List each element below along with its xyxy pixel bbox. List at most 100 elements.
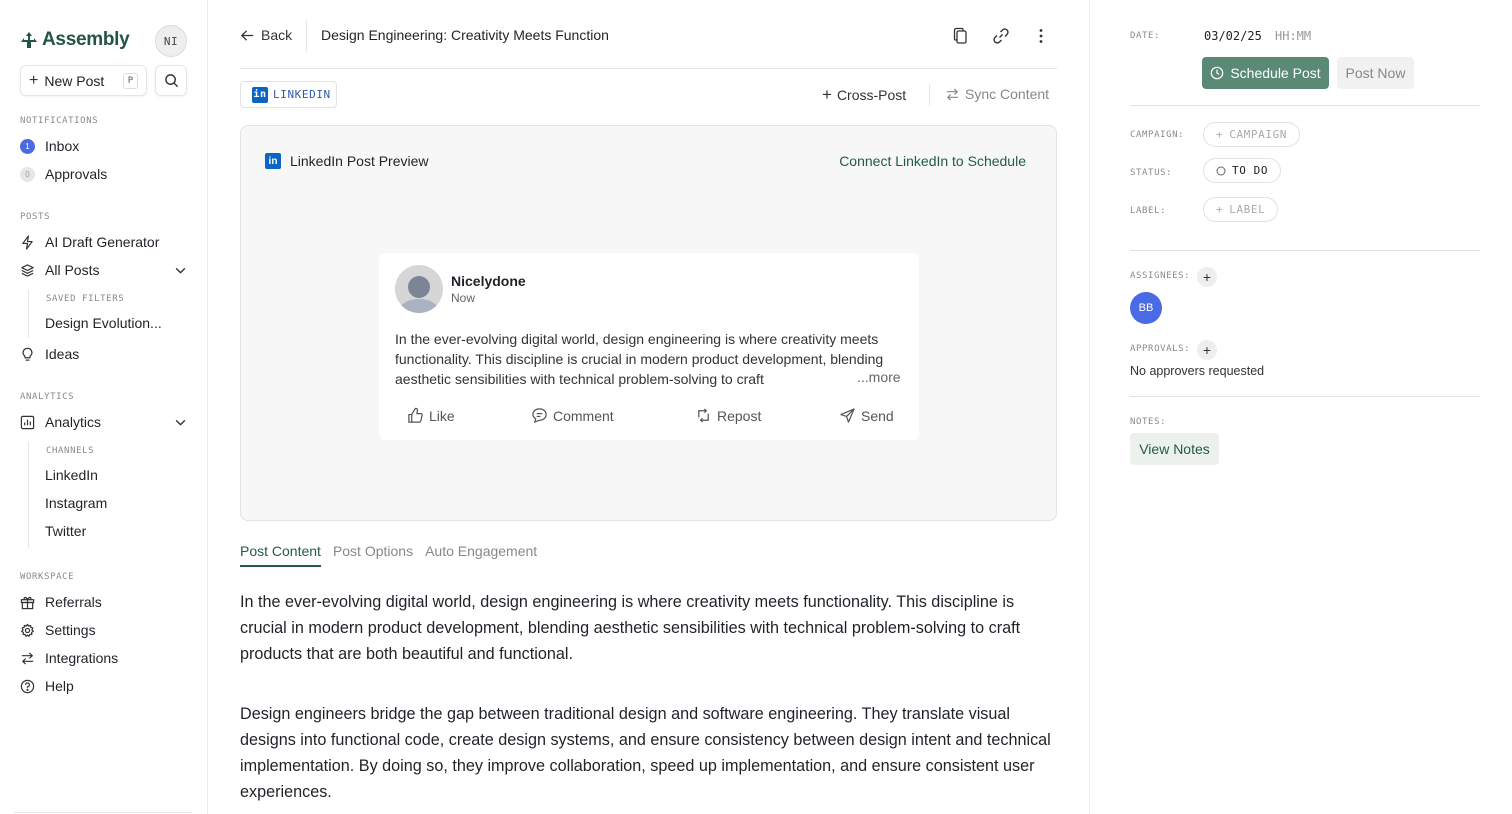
preview-heading-label: LinkedIn Post Preview: [290, 153, 429, 169]
comment-icon: [532, 408, 547, 424]
post-now-button[interactable]: Post Now: [1337, 57, 1414, 89]
person-icon: [395, 265, 443, 313]
label-value: LABEL: [1229, 203, 1266, 216]
section-label-analytics: ANALYTICS: [20, 392, 75, 402]
brand-logo[interactable]: Assembly: [20, 29, 130, 51]
lightbulb-icon: [22, 347, 33, 361]
author-name: Nicelydone: [451, 273, 526, 289]
sidebar: Assembly NI + New Post P NOTIFICATIONS 1…: [0, 0, 208, 814]
channel-item-twitter[interactable]: Twitter: [45, 523, 86, 539]
channel-chip-linkedin[interactable]: in LINKEDIN: [240, 81, 337, 108]
cross-post-button[interactable]: + Cross-Post: [822, 86, 906, 103]
add-approver-button[interactable]: +: [1197, 340, 1217, 360]
inbox-count-badge: 1: [20, 138, 35, 154]
date-input[interactable]: 03/02/25: [1204, 29, 1262, 43]
plus-icon: +: [822, 85, 832, 104]
schedule-post-button[interactable]: Schedule Post: [1202, 57, 1329, 89]
new-post-label: New Post: [44, 72, 105, 89]
send-button[interactable]: Send: [839, 407, 894, 424]
more-options-button[interactable]: [1030, 25, 1052, 47]
search-icon: [164, 74, 178, 88]
back-button[interactable]: Back: [240, 27, 292, 43]
tab-auto-engagement[interactable]: Auto Engagement: [425, 543, 537, 567]
new-post-button[interactable]: + New Post P: [20, 65, 147, 96]
gift-icon: [20, 596, 35, 609]
add-assignee-button[interactable]: +: [1197, 267, 1217, 287]
preview-heading: in LinkedIn Post Preview: [265, 153, 429, 169]
back-label: Back: [261, 27, 293, 43]
sidebar-item-label: Approvals: [45, 166, 108, 182]
arrows-exchange-icon: [21, 651, 34, 665]
linkedin-post-card: Nicelydone Now In the ever-evolving digi…: [379, 253, 919, 440]
campaign-select[interactable]: + CAMPAIGN: [1203, 122, 1301, 147]
comment-button[interactable]: Comment: [531, 407, 614, 424]
tab-post-options[interactable]: Post Options: [333, 543, 413, 567]
sync-content-button[interactable]: Sync Content: [945, 86, 1049, 102]
lightning-icon: [22, 234, 33, 250]
status-circle-icon: [1216, 166, 1226, 175]
sidebar-item-ai-draft[interactable]: AI Draft Generator: [20, 231, 159, 253]
linkedin-icon: in: [265, 153, 281, 169]
sidebar-item-all-posts[interactable]: All Posts: [20, 259, 99, 281]
divider: [1130, 250, 1480, 251]
copy-link-button[interactable]: [990, 25, 1012, 47]
cross-post-label: Cross-Post: [836, 86, 907, 103]
sidebar-item-label: Settings: [45, 622, 96, 638]
plus-icon: +: [1216, 203, 1224, 216]
help-circle-icon: [20, 679, 35, 693]
notes-label: NOTES:: [1130, 417, 1167, 427]
label-select[interactable]: + LABEL: [1203, 197, 1279, 222]
sidebar-item-label: Integrations: [45, 650, 119, 666]
divider: [929, 84, 930, 106]
chevron-down-icon[interactable]: [174, 264, 187, 277]
plus-icon: +: [1202, 269, 1212, 285]
see-more-link[interactable]: ...more: [853, 369, 901, 385]
sidebar-item-analytics[interactable]: Analytics: [20, 411, 101, 433]
sidebar-item-referrals[interactable]: Referrals: [20, 591, 102, 613]
send-label: Send: [861, 407, 894, 424]
tab-post-content[interactable]: Post Content: [240, 543, 321, 567]
user-avatar[interactable]: NI: [155, 25, 187, 57]
sidebar-item-approvals[interactable]: 0 Approvals: [20, 163, 107, 185]
post-content-paragraph[interactable]: Design engineers bridge the gap between …: [240, 701, 1057, 805]
post-time: Now: [451, 291, 476, 305]
divider: [306, 20, 307, 52]
view-notes-button[interactable]: View Notes: [1130, 433, 1219, 465]
sidebar-item-inbox[interactable]: 1 Inbox: [20, 135, 79, 157]
assignee-avatar[interactable]: BB: [1130, 292, 1162, 324]
send-icon: [840, 408, 855, 423]
divider: [14, 812, 192, 813]
repost-button[interactable]: Repost: [695, 407, 761, 424]
sidebar-item-settings[interactable]: Settings: [20, 619, 96, 641]
post-preview-panel: in LinkedIn Post Preview Connect LinkedI…: [240, 125, 1057, 521]
sidebar-item-help[interactable]: Help: [20, 675, 74, 697]
chevron-down-icon[interactable]: [174, 416, 187, 429]
sidebar-item-ideas[interactable]: Ideas: [20, 343, 79, 365]
section-label-notifications: NOTIFICATIONS: [20, 116, 99, 126]
channel-item-instagram[interactable]: Instagram: [45, 495, 107, 511]
link-icon: [993, 28, 1009, 44]
divider: [1089, 0, 1090, 814]
approvals-count-badge: 0: [20, 166, 35, 182]
channel-chip-label: LINKEDIN: [273, 88, 331, 101]
approvals-label: APPROVALS:: [1130, 344, 1191, 354]
like-button[interactable]: Like: [407, 407, 455, 424]
search-button[interactable]: [155, 65, 187, 96]
sidebar-item-label: Help: [45, 678, 74, 694]
schedule-post-label: Schedule Post: [1230, 65, 1321, 81]
label-label: LABEL:: [1130, 206, 1167, 216]
saved-filter-item[interactable]: Design Evolution...: [45, 315, 162, 331]
layers-icon: [21, 263, 34, 277]
status-select[interactable]: TO DO: [1203, 158, 1282, 183]
connect-linkedin-link[interactable]: Connect LinkedIn to Schedule: [839, 153, 1026, 169]
post-content-paragraph[interactable]: In the ever-evolving digital world, desi…: [240, 589, 1057, 667]
post-preview-text: In the ever-evolving digital world, desi…: [395, 331, 884, 387]
assignees-label: ASSIGNEES:: [1130, 271, 1191, 281]
plus-icon: +: [1202, 342, 1212, 358]
tree-line: [28, 290, 29, 338]
duplicate-button[interactable]: [950, 25, 972, 47]
time-input[interactable]: HH:MM: [1275, 29, 1311, 43]
sidebar-item-integrations[interactable]: Integrations: [20, 647, 118, 669]
thumbs-up-icon: [408, 407, 423, 423]
channel-item-linkedin[interactable]: LinkedIn: [45, 467, 98, 483]
